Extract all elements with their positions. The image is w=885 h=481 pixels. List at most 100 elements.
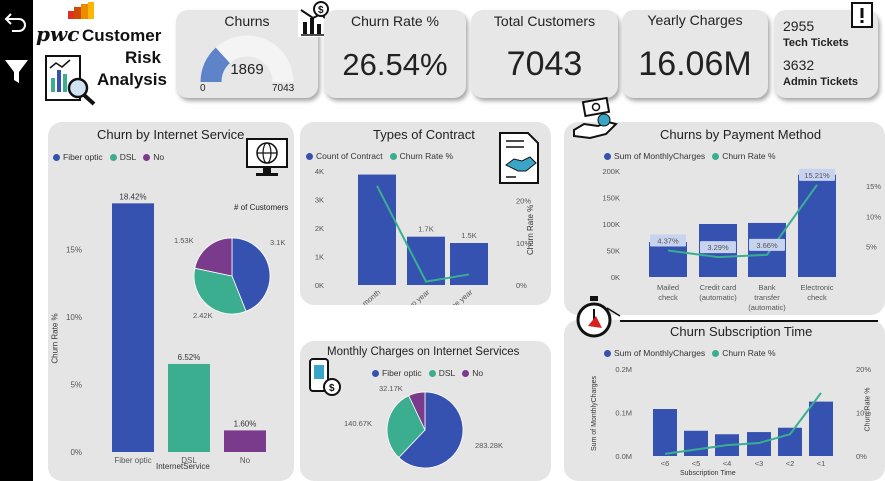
tech-tickets-label: Tech Tickets: [783, 37, 849, 49]
contract-ytick-2: 2K: [315, 224, 324, 233]
subscription-ytick-0: 0.0M: [615, 452, 632, 461]
internet-ytick-1: 5%: [70, 381, 82, 390]
contract-bar-0: [358, 174, 396, 285]
subscription-xlabel: Subscription Time: [680, 470, 736, 477]
payment-xtick-line: Mailed: [657, 283, 679, 292]
payment-ytick-1: 50K: [607, 247, 620, 256]
contract-ytick-1: 1K: [315, 253, 324, 262]
payment-bar-0: [649, 242, 687, 277]
contract-xtick-2: One year: [445, 287, 475, 305]
payment-xtick-line: check: [807, 293, 827, 302]
internet-service-chart: 0%5%10%15%18.42%Fiber optic6.52%DSL1.60%…: [66, 192, 285, 465]
subscription-xtick-2: <4: [723, 459, 732, 468]
subscription-bar-0: [653, 409, 677, 456]
contract-ytick-3: 3K: [315, 196, 324, 205]
payment-rate-label-3: 15.21%: [804, 171, 830, 180]
payment-rate-label-0: 4.37%: [657, 237, 679, 246]
subscription-xtick-1: <5: [692, 459, 701, 468]
tech-tickets-value: 2955: [783, 18, 815, 34]
contract-xtick-1: Two year: [402, 287, 431, 305]
report-magnifier-icon: [45, 55, 96, 106]
payment-y2tick-1: 10%: [866, 212, 881, 221]
payment-ytick-2: 100K: [602, 220, 620, 229]
monthly-internet-panel: Monthly Charges on Internet Services Fib…: [300, 341, 551, 481]
contract-bar-1: [407, 236, 445, 285]
gauge-max: 7043: [272, 83, 295, 94]
brand-logo: pwc Customer Risk Analysis: [34, 2, 174, 106]
subscription-right-label: Churn Rate %: [864, 387, 872, 432]
subscription-bar-1: [684, 430, 708, 456]
monthly-internet-chart: 283.28K 140.67K 32.17K: [344, 384, 503, 469]
subscription-xtick-4: <2: [786, 459, 795, 468]
stopwatch-icon: [576, 296, 621, 338]
monthly-pie-label-0: 283.28K: [475, 441, 503, 450]
payment-bar-3: [798, 174, 836, 277]
gauge-min: 0: [200, 83, 206, 94]
subscription-bar-4: [778, 427, 802, 456]
payment-ytick-0: 0K: [611, 273, 620, 282]
contract-bar-label-2: 1.5K: [461, 231, 476, 240]
churn-rate-card: Churn Rate % 26.54%: [324, 10, 466, 98]
internet-bar-label-0: 18.42%: [119, 192, 146, 201]
internet-service-panel: Churn by Internet Service Fiber optic DS…: [48, 122, 294, 481]
back-arrow-icon[interactable]: [2, 8, 31, 40]
payment-xtick-0: Mailed check: [657, 283, 679, 302]
contract-right-label-text: Churn Rate %: [526, 204, 535, 255]
contract-chart: 0K1K2K3K4K0%10%20%Month-to-month1.7KTwo …: [315, 167, 532, 305]
payment-xtick-2: Bank transfer (automatic): [748, 283, 786, 312]
subscription-xtick-0: <6: [661, 459, 670, 468]
cash-hand-icon: [573, 96, 618, 140]
subscription-xtick-5: <1: [817, 459, 826, 468]
payment-xtick-line: Credit card: [700, 283, 737, 292]
monthly-pie-label-1: 140.67K: [344, 419, 372, 428]
churn-rate-title: Churn Rate %: [351, 13, 439, 29]
internet-ytick-2: 10%: [66, 313, 82, 322]
payment-rate-label-1: 3.29%: [707, 243, 729, 252]
monthly-pie-label-2: 32.17K: [379, 384, 403, 393]
internet-ytick-3: 15%: [66, 246, 82, 255]
title-line-1: Customer: [82, 26, 162, 45]
internet-xtick-0: Fiber optic: [114, 456, 151, 465]
subscription-ytick-1: 0.1M: [615, 409, 632, 418]
churns-value: 1869: [230, 61, 264, 78]
payment-xtick-1: Credit card (automatic): [699, 283, 737, 302]
internet-bar-label-1: 6.52%: [178, 353, 201, 362]
tickets-card: 2955 Tech Tickets 3632 Admin Tickets: [774, 2, 878, 98]
title-line-3: Analysis: [97, 70, 167, 89]
subscription-chart: 0.0M0.1M0.2M0%10%20%<6 <5 <4 <3 <2 <1: [615, 365, 871, 468]
customers-pie-label-0: 3.1K: [270, 238, 285, 247]
internet-bar-2: [224, 430, 266, 452]
customers-pie-label-2: 1.53K: [174, 236, 194, 245]
subscription-y2tick-2: 20%: [856, 365, 871, 374]
payment-xtick-line: Electronic: [801, 283, 834, 292]
subscription-y2tick-0: 0%: [856, 452, 867, 461]
contract-xtick-0: Month-to-month: [336, 288, 382, 305]
internet-bar-0: [112, 203, 154, 452]
total-customers-card: Total Customers 7043: [471, 10, 618, 98]
internet-service-ylabel: Churn Rate %: [50, 313, 60, 364]
total-customers-title: Total Customers: [493, 13, 596, 29]
payment-panel: Churns by Payment Method Sum of MonthlyC…: [564, 122, 885, 315]
payment-chart: 0K50K100K150K200K5%10%15%Mailed checkCred…: [602, 167, 881, 312]
payment-xtick-3: Electronic check: [801, 283, 834, 302]
customers-pie-title: # of Customers: [234, 203, 289, 212]
contract-bar-2: [450, 243, 488, 285]
internet-bar-1: [168, 363, 210, 452]
subscription-ytick-2: 0.2M: [615, 365, 632, 374]
total-customers-value: 7043: [506, 45, 583, 83]
internet-ytick-0: 0%: [70, 448, 82, 457]
admin-tickets-label: Admin Tickets: [783, 76, 858, 88]
payment-ytick-4: 200K: [602, 167, 620, 176]
payment-y2tick-0: 5%: [866, 243, 877, 252]
ticket-alert-icon: [851, 2, 873, 28]
contract-ytick-4: 4K: [315, 167, 324, 176]
payment-rate-line: [667, 184, 818, 259]
yearly-charges-title: Yearly Charges: [647, 12, 743, 28]
contract-panel: Types of Contract Count of Contract Chur…: [300, 122, 551, 305]
internet-bar-label-2: 1.60%: [234, 419, 257, 428]
subscription-panel: Churn Subscription Time Sum of MonthlyCh…: [564, 320, 885, 481]
subscription-ylabel: Sum of MonthlyCharges: [591, 375, 599, 452]
pwc-mark-icon: [68, 2, 94, 19]
contract-ytick-0: 0K: [315, 281, 324, 290]
filter-icon[interactable]: [2, 56, 31, 88]
